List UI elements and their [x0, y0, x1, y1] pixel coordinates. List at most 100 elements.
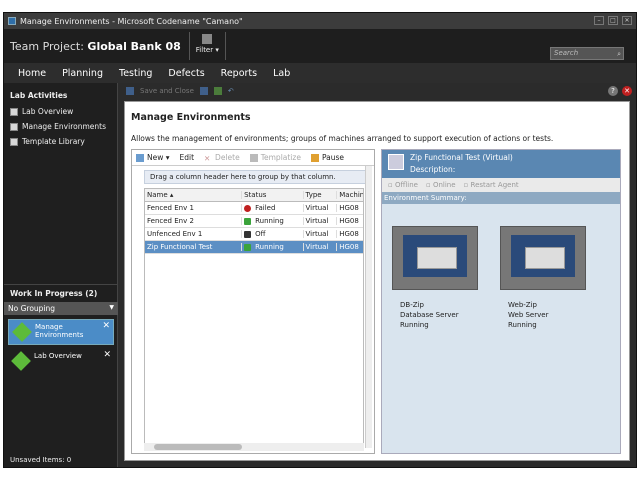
cell-machine: HG08 — [339, 204, 359, 212]
team-project-name: Global Bank 08 — [87, 39, 181, 53]
app-icon — [8, 17, 16, 25]
vm-role: Database Server — [400, 311, 459, 319]
sidebar-item-template-library[interactable]: Template Library — [4, 134, 117, 149]
sidebar-item-lab-overview[interactable]: Lab Overview — [4, 104, 117, 119]
minimize-button[interactable]: – — [594, 16, 604, 25]
vm-thumbnail-db-zip[interactable] — [392, 226, 478, 290]
save-disk-icon[interactable] — [199, 87, 208, 95]
new-icon — [136, 154, 144, 162]
save-icon — [126, 87, 134, 95]
app-window: Manage Environments - Microsoft Codename… — [3, 12, 637, 468]
search-input[interactable]: Search ⌕ — [550, 47, 624, 60]
environment-summary-header: Environment Summary: — [382, 192, 620, 204]
nav-lab[interactable]: Lab — [265, 68, 298, 79]
wip-item-label: Manage Environments — [35, 323, 84, 339]
table-row[interactable]: Unfenced Env 1 Off Virtual HG08 — [145, 228, 363, 241]
close-window-button[interactable]: ✕ — [622, 16, 632, 25]
sidebar-item-label: Lab Overview — [22, 107, 74, 116]
wip-item-label: Lab Overview — [34, 352, 82, 360]
templatize-button[interactable]: Templatize — [249, 153, 301, 162]
main-toolbar: Save and Close ↶ — [118, 83, 636, 99]
restart-agent-button[interactable]: ▫ Restart Agent — [464, 181, 519, 189]
vm-name: DB-Zip — [400, 301, 424, 309]
sidebar-item-manage-environments[interactable]: Manage Environments — [4, 119, 117, 134]
scroll-thumb[interactable] — [154, 444, 242, 450]
nav-reports[interactable]: Reports — [213, 68, 265, 79]
main-nav: Home Planning Testing Defects Reports La… — [4, 63, 636, 83]
nav-testing[interactable]: Testing — [111, 68, 160, 79]
pause-button[interactable]: Pause — [310, 153, 344, 162]
vm-status: Running — [400, 321, 429, 329]
nav-defects[interactable]: Defects — [160, 68, 212, 79]
project-bar: Team Project: Global Bank 08 Filter ▾ Se… — [4, 29, 636, 63]
unsaved-items: Unsaved Items: 0 — [10, 456, 72, 464]
cell-type: Virtual — [304, 217, 338, 225]
cell-name: Fenced Env 1 — [145, 204, 243, 212]
list-toolbar: New ▾ Edit ✕ Delete Templatize Pause — [132, 150, 374, 166]
new-button[interactable]: New ▾ — [136, 153, 170, 162]
offline-button[interactable]: ▫ Offline — [388, 181, 418, 189]
table-header: Name ▴ Status Type Machin — [145, 189, 363, 202]
grouping-select[interactable]: No Grouping ▼ — [4, 302, 118, 315]
vm-screen — [403, 235, 467, 277]
pause-icon — [310, 154, 319, 162]
undo-icon[interactable]: ↶ — [228, 87, 234, 95]
table-row[interactable]: Fenced Env 2 Running Virtual HG08 — [145, 215, 363, 228]
cell-name: Zip Functional Test — [145, 243, 243, 251]
templatize-icon — [249, 154, 258, 162]
wip-item-icon — [12, 322, 32, 342]
vm-thumbnail-web-zip[interactable] — [500, 226, 586, 290]
column-header-machine[interactable]: Machin — [337, 191, 363, 199]
close-icon[interactable]: ✕ — [102, 321, 110, 331]
lab-overview-icon — [10, 107, 18, 116]
filter-button[interactable]: Filter ▾ — [188, 32, 226, 60]
online-button[interactable]: ▫ Online — [426, 181, 456, 189]
cell-type: Virtual — [304, 204, 338, 212]
wip-item-manage-environments[interactable]: Manage Environments ✕ — [8, 319, 114, 345]
vm-label-web-zip: Web-Zip Web Server Running — [508, 300, 548, 330]
wip-item-lab-overview[interactable]: Lab Overview ✕ — [8, 349, 114, 375]
login-dialog — [417, 247, 457, 269]
cell-machine: HG08 — [339, 243, 359, 251]
table-row-selected[interactable]: Zip Functional Test Running Virtual HG08 — [145, 241, 363, 254]
column-header-name[interactable]: Name ▴ — [145, 191, 243, 199]
help-icon[interactable]: ? — [608, 86, 618, 96]
refresh-icon[interactable] — [213, 87, 222, 95]
wip-item-icon — [11, 351, 31, 371]
running-icon — [244, 217, 252, 225]
sidebar-heading: Lab Activities — [10, 91, 68, 100]
search-icon[interactable]: ⌕ — [617, 49, 621, 60]
column-header-status[interactable]: Status — [242, 191, 304, 199]
horizontal-scrollbar[interactable] — [144, 443, 364, 451]
detail-title: Zip Functional Test (Virtual) — [410, 153, 513, 162]
nav-planning[interactable]: Planning — [54, 68, 111, 79]
save-and-close-button[interactable]: Save and Close — [140, 87, 194, 95]
sidebar-item-label: Manage Environments — [22, 122, 106, 131]
close-icon[interactable]: ✕ — [622, 86, 632, 96]
delete-button[interactable]: ✕ Delete — [204, 153, 240, 163]
team-project-title: Team Project: Global Bank 08 — [10, 40, 181, 53]
column-header-type[interactable]: Type — [304, 191, 338, 199]
edit-button[interactable]: Edit — [180, 153, 195, 162]
vertical-scrollbar[interactable] — [365, 166, 372, 448]
environment-icon — [388, 154, 404, 170]
nav-home[interactable]: Home — [10, 68, 54, 79]
filter-label: Filter — [195, 46, 214, 54]
environments-icon — [10, 122, 18, 131]
page-description: Allows the management of environments; g… — [131, 134, 554, 143]
wip-heading: Work In Progress (2) — [4, 284, 118, 302]
environments-table: Name ▴ Status Type Machin Fenced Env 1 F… — [144, 188, 364, 446]
manage-environments-panel: Manage Environments Allows the managemen… — [124, 101, 630, 461]
cell-status: Running — [242, 243, 304, 251]
template-icon — [10, 137, 18, 146]
running-icon — [244, 243, 252, 251]
delete-icon: ✕ — [204, 154, 211, 163]
table-row[interactable]: Fenced Env 1 Failed Virtual HG08 — [145, 202, 363, 215]
maximize-button[interactable]: □ — [608, 16, 618, 25]
detail-toolbar: ▫ Offline ▫ Online ▫ Restart Agent — [382, 178, 620, 192]
login-dialog — [525, 247, 565, 269]
close-icon[interactable]: ✕ — [103, 350, 111, 360]
page-title: Manage Environments — [131, 112, 251, 123]
sidebar-item-label: Template Library — [22, 137, 85, 146]
group-by-area[interactable]: Drag a column header here to group by th… — [144, 170, 370, 184]
